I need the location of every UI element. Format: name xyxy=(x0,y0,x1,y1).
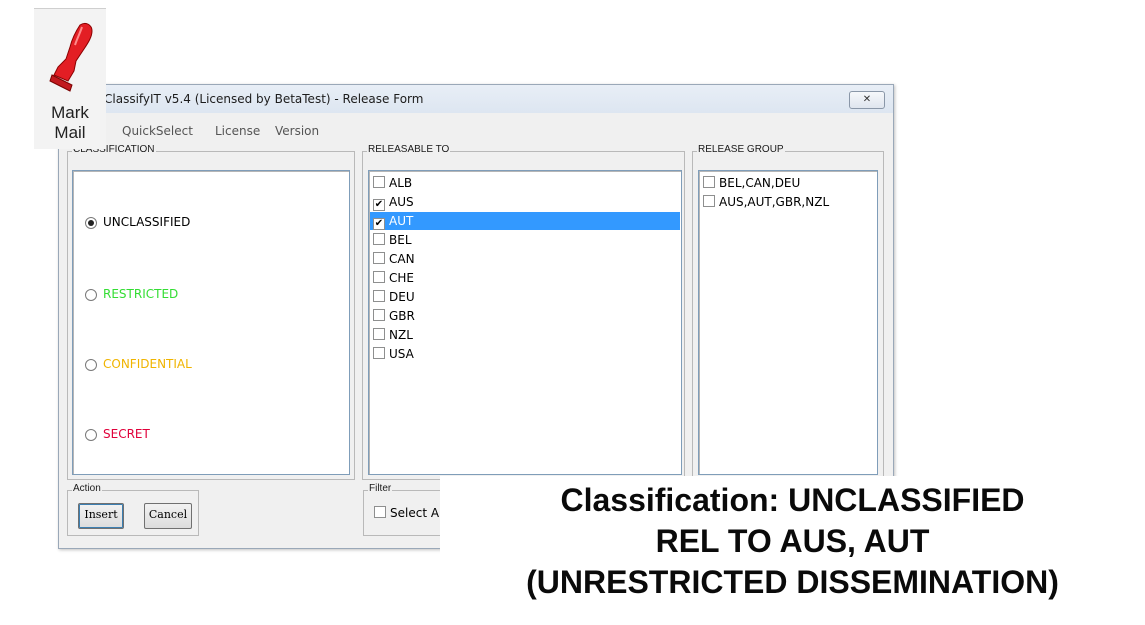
radio-icon xyxy=(85,428,97,441)
menu-quickselect[interactable]: QuickSelect xyxy=(122,124,193,138)
action-group-label: Action xyxy=(72,483,102,494)
menu-version[interactable]: Version xyxy=(275,124,319,138)
release-group-label: RELEASE GROUP xyxy=(697,144,785,155)
radio-icon xyxy=(85,288,97,301)
releasable-item-label: CAN xyxy=(389,252,415,266)
select-all-checkbox[interactable]: Select A xyxy=(374,506,439,520)
release-group-group: RELEASE GROUP BEL,CAN,DEU AUS,AUT,GBR,NZL xyxy=(692,144,884,480)
select-all-label: Select A xyxy=(390,506,440,520)
radio-label: CONFIDENTIAL xyxy=(103,357,192,371)
rubber-stamp-icon xyxy=(49,22,93,92)
releasable-item-label: CHE xyxy=(389,271,414,285)
checkbox-checked-icon: ✔ xyxy=(373,218,385,230)
banner-line-release: REL TO AUS, AUT xyxy=(655,523,930,559)
releasable-item-bel[interactable]: BEL xyxy=(370,231,680,249)
checkbox-icon xyxy=(374,506,386,518)
releasable-item-label: ALB xyxy=(389,176,413,190)
release-group-item[interactable]: BEL,CAN,DEU xyxy=(700,174,876,192)
mark-mail-button[interactable]: Mark Mail xyxy=(34,8,106,149)
checkbox-icon xyxy=(373,176,385,188)
releasable-item-label: AUT xyxy=(389,214,414,228)
close-icon: ✕ xyxy=(862,94,872,105)
action-group: Action Insert Cancel xyxy=(67,483,199,536)
releasable-item-aus[interactable]: ✔ AUS xyxy=(370,193,680,211)
releasable-item-deu[interactable]: DEU xyxy=(370,288,680,306)
ribbon-label-line2: Mail xyxy=(54,123,86,142)
release-group-item-label: BEL,CAN,DEU xyxy=(719,176,801,190)
releasable-item-label: USA xyxy=(389,347,414,361)
radio-label: RESTRICTED xyxy=(103,287,179,301)
banner-line-classification: Classification: UNCLASSIFIED xyxy=(560,482,1025,518)
releasable-item-label: DEU xyxy=(389,290,415,304)
releasable-to-group-label: RELEASABLE TO xyxy=(367,144,451,155)
releasable-item-nzl[interactable]: NZL xyxy=(370,326,680,344)
classification-group: CLASSIFICATION UNCLASSIFIED RESTRICTED C… xyxy=(67,144,355,480)
cancel-button[interactable]: Cancel xyxy=(144,503,192,529)
title-bar[interactable]: ClassifyIT v5.4 (Licensed by BetaTest) -… xyxy=(59,85,893,113)
releasable-to-list[interactable]: ALB ✔ AUS ✔ AUT BEL CAN CHE DEU GBR NZL USA xyxy=(368,170,682,475)
checkbox-icon xyxy=(373,328,385,340)
releasable-item-label: BEL xyxy=(389,233,412,247)
release-group-item[interactable]: AUS,AUT,GBR,NZL xyxy=(700,193,876,211)
insert-button[interactable]: Insert xyxy=(78,503,124,529)
release-group-list[interactable]: BEL,CAN,DEU AUS,AUT,GBR,NZL xyxy=(698,170,878,475)
classification-banner: Classification: UNCLASSIFIED REL TO AUS,… xyxy=(440,476,1145,625)
close-button[interactable]: ✕ xyxy=(849,91,885,109)
radio-label: UNCLASSIFIED xyxy=(103,215,191,229)
checkbox-icon xyxy=(703,195,715,207)
banner-line-dissemination: (UNRESTRICTED DISSEMINATION) xyxy=(526,564,1059,600)
menu-bar: QuickSelect License Version xyxy=(59,113,893,139)
checkbox-icon xyxy=(373,309,385,321)
checkbox-icon xyxy=(373,347,385,359)
checkbox-checked-icon: ✔ xyxy=(373,199,385,211)
releasable-item-aut[interactable]: ✔ AUT xyxy=(370,212,680,230)
radio-icon xyxy=(85,358,97,371)
radio-unclassified[interactable]: UNCLASSIFIED xyxy=(85,215,190,229)
checkbox-icon xyxy=(373,233,385,245)
releasable-to-group: RELEASABLE TO ALB ✔ AUS ✔ AUT BEL CAN CHE DEU GBR… xyxy=(362,144,685,480)
releasable-item-che[interactable]: CHE xyxy=(370,269,680,287)
releasable-item-gbr[interactable]: GBR xyxy=(370,307,680,325)
window-title: ClassifyIT v5.4 (Licensed by BetaTest) -… xyxy=(104,92,424,106)
filter-group-label: Filter xyxy=(368,483,393,494)
releasable-item-label: NZL xyxy=(389,328,413,342)
releasable-item-usa[interactable]: USA xyxy=(370,345,680,363)
radio-secret[interactable]: SECRET xyxy=(85,427,150,441)
checkbox-icon xyxy=(703,176,715,188)
radio-label: SECRET xyxy=(103,427,150,441)
releasable-item-can[interactable]: CAN xyxy=(370,250,680,268)
checkbox-icon xyxy=(373,252,385,264)
releasable-item-alb[interactable]: ALB xyxy=(370,174,680,192)
release-group-item-label: AUS,AUT,GBR,NZL xyxy=(719,195,830,209)
releasable-item-label: AUS xyxy=(389,195,414,209)
radio-confidential[interactable]: CONFIDENTIAL xyxy=(85,357,192,371)
checkbox-icon xyxy=(373,271,385,283)
releasable-item-label: GBR xyxy=(389,309,415,323)
menu-license[interactable]: License xyxy=(215,124,260,138)
classification-panel: UNCLASSIFIED RESTRICTED CONFIDENTIAL SEC… xyxy=(72,170,350,475)
ribbon-label-line1: Mark xyxy=(51,103,89,122)
radio-selected-icon xyxy=(85,216,97,229)
radio-restricted[interactable]: RESTRICTED xyxy=(85,287,178,301)
checkbox-icon xyxy=(373,290,385,302)
